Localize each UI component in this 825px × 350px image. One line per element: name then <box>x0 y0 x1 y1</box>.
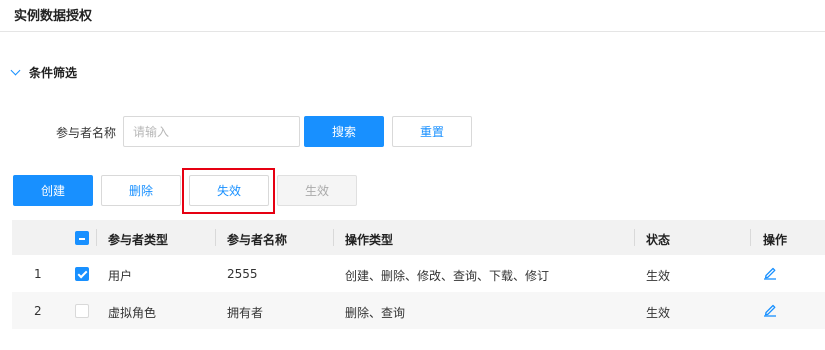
edit-icon[interactable] <box>762 301 778 317</box>
header-operation-type: 操作类型 <box>345 233 394 247</box>
operation-types: 删除、查询 <box>345 306 406 320</box>
table-row[interactable]: 2 虚拟角色 拥有者 删除、查询 生效 <box>12 292 825 329</box>
participant-type: 虚拟角色 <box>108 306 157 320</box>
column-separator <box>215 229 216 246</box>
row-checkbox[interactable] <box>75 267 89 281</box>
delete-button[interactable]: 删除 <box>101 175 181 206</box>
table-row[interactable]: 1 用户 2555 创建、删除、修改、查询、下载、修订 生效 <box>12 255 825 292</box>
participant-name-input[interactable] <box>123 116 300 147</box>
highlight-annotation <box>182 168 275 214</box>
page-title: 实例数据授权 <box>14 9 93 24</box>
filter-toggle[interactable]: 条件筛选 <box>10 64 78 81</box>
header-participant-name: 参与者名称 <box>227 233 288 247</box>
table-header: 参与者类型 参与者名称 操作类型 状态 操作 <box>12 220 825 255</box>
participant-name: 2555 <box>227 267 258 281</box>
status: 生效 <box>646 269 671 283</box>
participant-type: 用户 <box>108 269 133 283</box>
activate-button[interactable]: 生效 <box>277 175 357 206</box>
operation-types: 创建、删除、修改、查询、下载、修订 <box>345 269 550 283</box>
filter-title: 条件筛选 <box>29 66 78 80</box>
search-button[interactable]: 搜索 <box>304 116 384 147</box>
column-separator <box>96 229 97 246</box>
create-button[interactable]: 创建 <box>13 175 93 206</box>
column-separator <box>634 229 635 246</box>
participant-name-label: 参与者名称 <box>56 126 117 140</box>
reset-button[interactable]: 重置 <box>392 116 472 147</box>
chevron-down-icon[interactable] <box>10 65 21 76</box>
row-index: 1 <box>34 267 42 281</box>
header-participant-type: 参与者类型 <box>108 233 169 247</box>
select-all-checkbox[interactable] <box>75 231 89 245</box>
column-separator <box>750 229 751 246</box>
header-actions: 操作 <box>763 233 788 247</box>
row-checkbox[interactable] <box>75 304 89 318</box>
header-status: 状态 <box>646 233 671 247</box>
page-header: 实例数据授权 <box>0 0 825 32</box>
column-separator <box>333 229 334 246</box>
edit-icon[interactable] <box>762 264 778 280</box>
row-index: 2 <box>34 304 42 318</box>
participant-name: 拥有者 <box>227 306 264 320</box>
status: 生效 <box>646 306 671 320</box>
